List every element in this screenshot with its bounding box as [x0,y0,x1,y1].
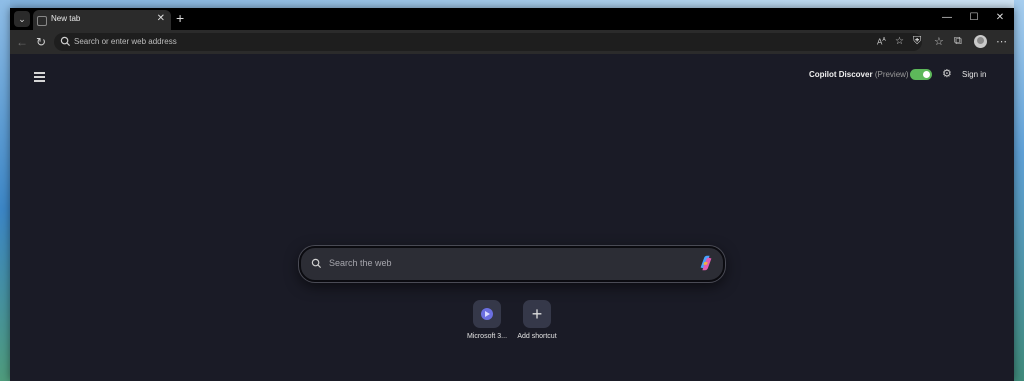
toolbar: ← ↻ Search or enter web address AA ☆ ⛨ ☆… [10,30,1014,54]
favorite-star-icon[interactable]: ☆ [895,36,904,47]
close-window-icon[interactable]: ✕ [993,12,1007,23]
more-options-icon[interactable]: ⋯ [996,35,1007,48]
back-arrow-icon[interactable]: ← [16,35,28,49]
settings-gear-icon[interactable]: ⚙ [942,67,952,80]
maximize-icon[interactable]: ☐ [967,12,981,23]
tab-actions-chevron-icon[interactable]: ⌄ [14,11,30,27]
copilot-logo-icon[interactable] [697,254,715,272]
plus-icon: + [531,304,543,324]
toggle-knob [923,71,930,78]
search-placeholder: Search the web [329,258,392,268]
microsoft-365-icon [481,308,493,320]
collections-icon[interactable]: ⧉ [954,35,962,48]
read-aloud-icon[interactable]: AA [877,37,886,47]
title-bar: ⌄ New tab ✕ + — ☐ ✕ [10,8,1014,30]
tab-favicon-icon [37,16,47,26]
copilot-discover-text: Copilot Discover [809,70,873,79]
address-bar[interactable]: Search or enter web address AA ☆ [54,33,922,51]
browser-window: ⌄ New tab ✕ + — ☐ ✕ ← ↻ Search or enter … [10,8,1014,381]
tab-title: New tab [51,14,81,23]
copilot-preview-text: (Preview) [874,70,909,79]
shortcut-tile [473,300,501,328]
copilot-discover-toggle[interactable] [910,69,932,80]
favorites-icon[interactable]: ☆ [934,35,944,48]
refresh-icon[interactable]: ↻ [36,35,46,49]
profile-avatar[interactable] [974,35,987,48]
menu-hamburger-icon[interactable] [34,72,45,82]
search-icon [311,258,322,269]
shortcut-label: Add shortcut [517,333,557,340]
search-icon [60,36,71,47]
browser-essentials-icon[interactable]: ⛨ [913,35,921,48]
copilot-discover-label: Copilot Discover (Preview) [809,70,909,79]
add-shortcut-button[interactable]: + Add shortcut [507,300,567,340]
new-tab-page: Copilot Discover (Preview) ⚙ Sign in Sea… [10,54,1014,381]
sign-in-link[interactable]: Sign in [962,70,986,79]
new-tab-plus-icon[interactable]: + [176,10,184,26]
tab-close-icon[interactable]: ✕ [157,13,165,24]
shortcut-tile: + [523,300,551,328]
desktop-wallpaper-right [1014,0,1024,381]
desktop-wallpaper-top [0,0,1024,8]
web-search-box[interactable]: Search the web [299,246,725,282]
desktop-wallpaper-left [0,0,10,381]
minimize-icon[interactable]: — [940,12,954,23]
tab-new-tab[interactable]: New tab ✕ [33,10,171,30]
address-placeholder: Search or enter web address [74,37,177,46]
